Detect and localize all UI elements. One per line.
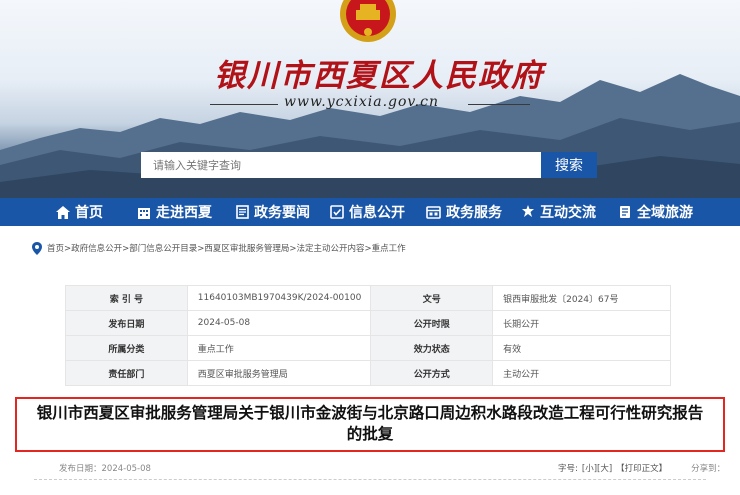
article-title: 银川市西夏区审批服务管理局关于银川市金波街与北京路口周边积水路段改造工程可行性研… bbox=[36, 404, 704, 443]
meta-value: 有效 bbox=[492, 335, 671, 361]
meta-key: 责任部门 bbox=[65, 360, 188, 386]
meta-key: 发布日期 bbox=[65, 310, 188, 336]
divider bbox=[468, 104, 530, 105]
nav-item-about[interactable]: 走进西夏 bbox=[137, 198, 212, 226]
table-row: 索 引 号 11640103MB1970439K/2024-00100 文号 银… bbox=[65, 285, 671, 311]
nav-item-label: 走进西夏 bbox=[156, 205, 212, 221]
news-icon bbox=[236, 205, 249, 219]
home-icon bbox=[56, 205, 70, 219]
search-input[interactable] bbox=[141, 152, 541, 178]
nav-item-home[interactable]: 首页 bbox=[56, 198, 103, 226]
breadcrumb: 首页>政府信息公开>部门信息公开目录>西夏区审批服务管理局>法定主动公开内容>重… bbox=[32, 240, 406, 256]
document-icon bbox=[330, 205, 344, 219]
building-icon bbox=[138, 207, 150, 219]
nav-item-services[interactable]: 政务服务 bbox=[426, 198, 502, 226]
header-banner: 银川市西夏区人民政府 www.ycxixia.gov.cn 搜索 bbox=[0, 0, 740, 198]
article-tools: 字号: [小][大] 【打印正文】 分享到： bbox=[558, 462, 729, 474]
nav-item-tourism[interactable]: 全域旅游 bbox=[618, 198, 693, 226]
main-nav: 首页 走进西夏 政务要闻 信息公开 政务服务 互动交流 全域旅游 bbox=[0, 198, 740, 226]
service-icon bbox=[426, 205, 441, 219]
font-size-label: 字号: bbox=[558, 464, 578, 474]
meta-value: 11640103MB1970439K/2024-00100 bbox=[186, 285, 372, 311]
meta-value: 银西审服批发〔2024〕67号 bbox=[492, 285, 671, 311]
meta-key: 公开方式 bbox=[370, 360, 494, 386]
meta-value: 主动公开 bbox=[492, 360, 671, 386]
publish-date: 发布日期：2024-05-08 bbox=[59, 464, 151, 474]
font-size-toggle[interactable]: [小][大] bbox=[582, 464, 612, 474]
travel-icon bbox=[620, 206, 630, 218]
table-row: 责任部门 西夏区审批服务管理局 公开方式 主动公开 bbox=[65, 360, 671, 386]
location-pin-icon bbox=[32, 241, 42, 255]
metadata-table: 索 引 号 11640103MB1970439K/2024-00100 文号 银… bbox=[65, 285, 671, 386]
nav-item-label: 信息公开 bbox=[349, 205, 405, 221]
search-button[interactable]: 搜索 bbox=[541, 152, 597, 178]
meta-value: 长期公开 bbox=[492, 310, 671, 336]
divider bbox=[34, 479, 706, 480]
nav-item-label: 政务要闻 bbox=[254, 205, 310, 221]
meta-value: 重点工作 bbox=[186, 335, 372, 361]
print-button[interactable]: 【打印正文】 bbox=[616, 464, 667, 474]
meta-key: 索 引 号 bbox=[65, 285, 188, 311]
meta-key: 公开时限 bbox=[370, 310, 494, 336]
interaction-icon bbox=[522, 205, 534, 217]
site-title[interactable]: 银川市西夏区人民政府 bbox=[214, 50, 544, 95]
table-row: 所属分类 重点工作 效力状态 有效 bbox=[65, 335, 671, 361]
nav-item-disclosure[interactable]: 信息公开 bbox=[330, 198, 405, 226]
meta-key: 所属分类 bbox=[65, 335, 188, 361]
nav-item-label: 政务服务 bbox=[446, 205, 502, 221]
divider bbox=[210, 104, 278, 105]
share-label: 分享到： bbox=[691, 464, 726, 474]
site-url-row: www.ycxixia.gov.cn bbox=[210, 94, 530, 114]
table-row: 发布日期 2024-05-08 公开时限 长期公开 bbox=[65, 310, 671, 336]
meta-value: 西夏区审批服务管理局 bbox=[186, 360, 372, 386]
nav-item-interaction[interactable]: 互动交流 bbox=[521, 198, 596, 226]
nav-item-news[interactable]: 政务要闻 bbox=[236, 198, 310, 226]
national-emblem-icon bbox=[340, 0, 396, 42]
meta-key: 效力状态 bbox=[370, 335, 494, 361]
nav-item-label: 互动交流 bbox=[540, 205, 596, 221]
nav-item-label: 全域旅游 bbox=[637, 205, 693, 221]
breadcrumb-path[interactable]: 首页>政府信息公开>部门信息公开目录>西夏区审批服务管理局>法定主动公开内容>重… bbox=[47, 242, 406, 254]
nav-item-label: 首页 bbox=[75, 205, 103, 221]
meta-key: 文号 bbox=[370, 285, 494, 311]
meta-value: 2024-05-08 bbox=[186, 310, 372, 336]
site-url: www.ycxixia.gov.cn bbox=[284, 94, 439, 110]
